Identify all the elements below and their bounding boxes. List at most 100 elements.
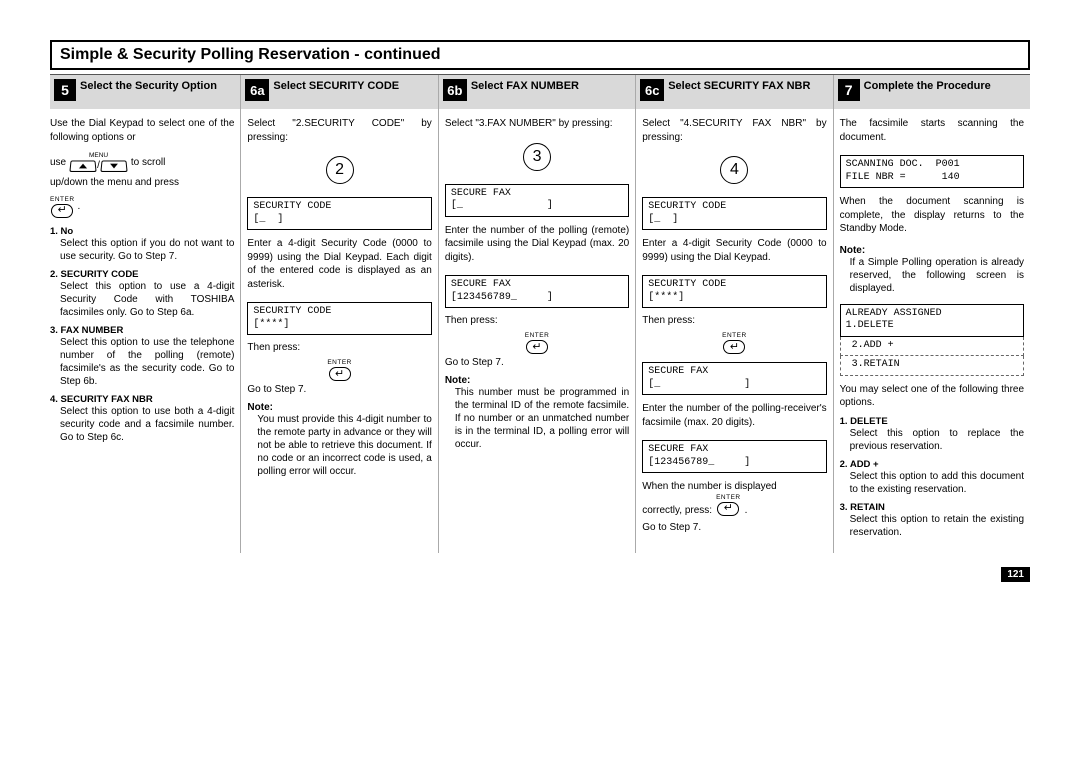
- content-columns: 5 Select the Security Option Use the Dia…: [50, 74, 1030, 553]
- page-number: 121: [1001, 567, 1030, 582]
- enter-key-icon-6c-2: ↵: [717, 502, 739, 516]
- step-number-6c: 6c: [640, 79, 664, 101]
- lcd-6a-2: SECURITY CODE [****]: [247, 302, 431, 335]
- page-title-bar: Simple & Security Polling Reservation - …: [50, 40, 1030, 70]
- opt7-2-body: Select this option to add this document …: [840, 470, 1024, 496]
- col-5-header: 5 Select the Security Option: [50, 75, 240, 109]
- col-6b-header: 6b Select FAX NUMBER: [439, 75, 635, 109]
- opt7-1-body: Select this option to replace the previo…: [840, 427, 1024, 453]
- enter-label-6a: ENTER: [327, 359, 352, 366]
- opt2-head: 2. SECURITY CODE: [50, 269, 234, 280]
- lcd-6c-1: SECURITY CODE [_ ]: [642, 197, 826, 230]
- col-step-5: 5 Select the Security Option Use the Dia…: [50, 75, 240, 553]
- scroll-keys-row: use MENU / to scroll: [50, 152, 234, 172]
- keypad-2-icon: 2: [326, 156, 354, 184]
- col-step-7: 7 Complete the Procedure The facsimile s…: [833, 75, 1030, 553]
- goto-6b: Go to Step 7.: [445, 357, 629, 368]
- col5-intro: Use the Dial Keypad to select one of the…: [50, 117, 234, 144]
- opt2-body: Select this option to use a 4-digit Secu…: [50, 280, 234, 319]
- col-step-6b: 6b Select FAX NUMBER Select "3.FAX NUMBE…: [438, 75, 635, 553]
- opt-2-seccode: 2. SECURITY CODE Select this option to u…: [50, 269, 234, 319]
- col-step-6a: 6a Select SECURITY CODE Select "2.SECURI…: [240, 75, 437, 553]
- step-6a-title: Select SECURITY CODE: [273, 79, 399, 93]
- step-6c-title: Select SECURITY FAX NBR: [668, 79, 810, 93]
- menu-label: MENU: [89, 152, 108, 159]
- enter-key-icon-6b: ↵: [526, 340, 548, 354]
- step-7-title: Complete the Procedure: [864, 79, 991, 93]
- opt7-2-head: 2. ADD +: [840, 459, 1024, 470]
- lcd-6c-2: SECURITY CODE [****]: [642, 275, 826, 308]
- enter-label-6c-2: ENTER: [716, 494, 741, 501]
- note-head-7: Note:: [840, 245, 1024, 256]
- opt3-body: Select this option to use the telephone …: [50, 336, 234, 388]
- step-number-7: 7: [838, 79, 860, 101]
- opt1-head: 1. No: [50, 226, 234, 237]
- step-number-6b: 6b: [443, 79, 467, 101]
- opt-4-secfax: 4. SECURITY FAX NBR Select this option t…: [50, 394, 234, 444]
- col6c-para1: Enter a 4-digit Security Code (0000 to 9…: [642, 237, 826, 264]
- lcd-6a-1: SECURITY CODE [_ ]: [247, 197, 431, 230]
- col-7-header: 7 Complete the Procedure: [834, 75, 1030, 109]
- note-head-6b: Note:: [445, 375, 629, 386]
- opt4-head: 4. SECURITY FAX NBR: [50, 394, 234, 405]
- then-press-6b: Then press:: [445, 315, 629, 326]
- opt7-1-head: 1. DELETE: [840, 416, 1024, 427]
- then-press-6c: Then press:: [642, 315, 826, 326]
- col6a-intro: Select "2.SECURITY CODE" by pressing:: [247, 117, 431, 144]
- col5-after-scroll: up/down the menu and press: [50, 176, 234, 190]
- step-5-title: Select the Security Option: [80, 79, 217, 93]
- lcd-7-2b: 2.ADD +: [840, 337, 1024, 357]
- col6c-para3a: When the number is displayed: [642, 480, 826, 494]
- step-number-5: 5: [54, 79, 76, 101]
- opt4-body: Select this option to use both a 4-digit…: [50, 405, 234, 444]
- step-number-6a: 6a: [245, 79, 269, 101]
- opt7-2: 2. ADD + Select this option to add this …: [840, 459, 1024, 496]
- opt-3-faxnum: 3. FAX NUMBER Select this option to use …: [50, 325, 234, 388]
- opt1-body: Select this option if you do not want to…: [50, 237, 234, 263]
- col6b-intro: Select "3.FAX NUMBER" by pressing:: [445, 117, 629, 131]
- lcd-6b-1: SECURE FAX [_ ]: [445, 184, 629, 217]
- enter-label-6c: ENTER: [722, 332, 747, 339]
- goto-6c: Go to Step 7.: [642, 522, 826, 533]
- note-body-6a: You must provide this 4-digit number to …: [247, 413, 431, 478]
- lcd-7-2: ALREADY ASSIGNED 1.DELETE: [840, 304, 1024, 337]
- arrow-up-key-icon: [69, 161, 96, 172]
- opt-1-no: 1. No Select this option if you do not w…: [50, 226, 234, 263]
- col7-intro: The facsimile starts scanning the docume…: [840, 117, 1024, 144]
- col6c-para3b: correctly, press:: [642, 505, 712, 516]
- lcd-7-2c: 3.RETAIN: [840, 356, 1024, 376]
- col-step-6c: 6c Select SECURITY FAX NBR Select "4.SEC…: [635, 75, 832, 553]
- enter-key-icon-6c: ↵: [723, 340, 745, 354]
- col6b-para1: Enter the number of the polling (remote)…: [445, 224, 629, 265]
- opt7-3-body: Select this option to retain the existin…: [840, 513, 1024, 539]
- note-body-7: If a Simple Polling operation is already…: [840, 256, 1024, 295]
- lcd-6c-3: SECURE FAX [_ ]: [642, 362, 826, 395]
- then-press-6a: Then press:: [247, 342, 431, 353]
- col7-para2: You may select one of the following thre…: [840, 383, 1024, 410]
- lcd-6c-4: SECURE FAX [123456789_ ]: [642, 440, 826, 473]
- enter-label-6b: ENTER: [525, 332, 550, 339]
- col6c-intro: Select "4.SECURITY FAX NBR" by pressing:: [642, 117, 826, 144]
- col-6a-header: 6a Select SECURITY CODE: [241, 75, 437, 109]
- goto-6a: Go to Step 7.: [247, 384, 431, 395]
- arrow-down-key-icon: [100, 161, 127, 172]
- opt7-1: 1. DELETE Select this option to replace …: [840, 416, 1024, 453]
- note-body-6b: This number must be programmed in the te…: [445, 386, 629, 451]
- opt3-head: 3. FAX NUMBER: [50, 325, 234, 336]
- page-title: Simple & Security Polling Reservation - …: [60, 46, 1020, 64]
- col6a-para1: Enter a 4-digit Security Code (0000 to 9…: [247, 237, 431, 291]
- enter-label: ENTER: [50, 196, 75, 203]
- step-6b-title: Select FAX NUMBER: [471, 79, 579, 93]
- opt7-3: 3. RETAIN Select this option to retain t…: [840, 502, 1024, 539]
- note-head-6a: Note:: [247, 402, 431, 413]
- to-scroll: to scroll: [131, 157, 165, 168]
- keypad-3-icon: 3: [523, 143, 551, 171]
- col7-para1: When the document scanning is complete, …: [840, 195, 1024, 236]
- col-6c-header: 6c Select SECURITY FAX NBR: [636, 75, 832, 109]
- lcd-6b-2: SECURE FAX [123456789_ ]: [445, 275, 629, 308]
- lcd-7-1: SCANNING DOC. P001 FILE NBR = 140: [840, 155, 1024, 188]
- enter-key-icon-6a: ↵: [329, 367, 351, 381]
- opt7-3-head: 3. RETAIN: [840, 502, 1024, 513]
- col6c-para2: Enter the number of the polling-receiver…: [642, 402, 826, 429]
- keypad-4-icon: 4: [720, 156, 748, 184]
